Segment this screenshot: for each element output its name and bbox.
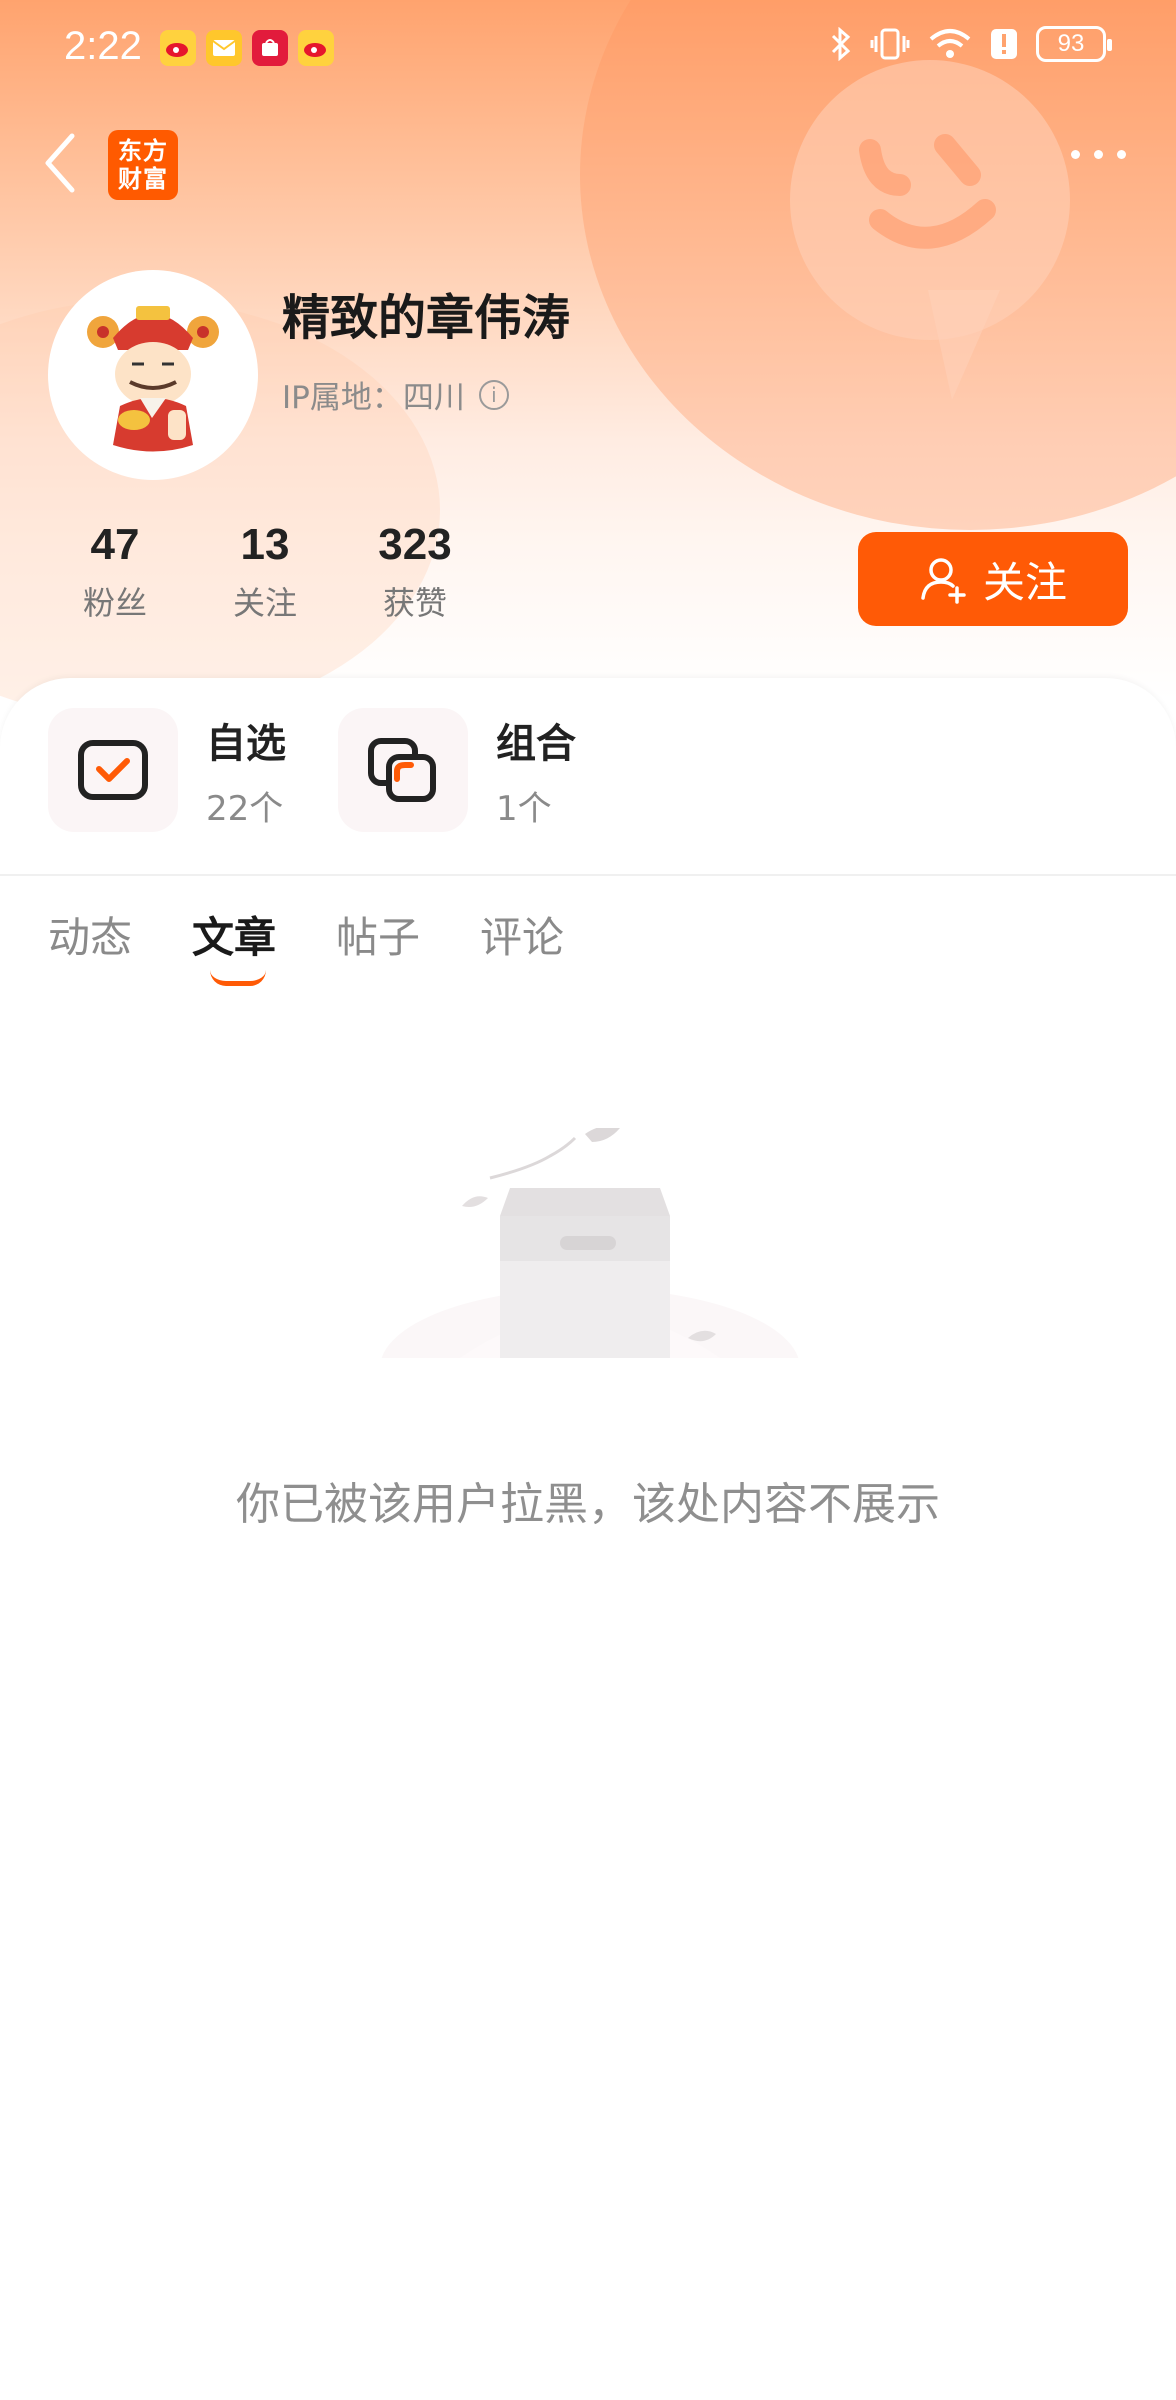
watchlist-count: 22个 — [206, 788, 284, 829]
stat-value: 13 — [240, 520, 290, 569]
brand-line-2: 财富 — [118, 165, 168, 193]
notification-icons — [160, 30, 334, 66]
stat-label: 获赞 — [382, 584, 447, 622]
stat-following[interactable]: 13 关注 — [190, 520, 340, 624]
ip-location: IP属地：四川 i — [282, 372, 509, 417]
stat-value: 47 — [90, 520, 140, 569]
tab-articles[interactable]: 文章 — [192, 904, 277, 986]
fortune-god-avatar-icon — [87, 306, 219, 452]
stat-likes[interactable]: 323 获赞 — [340, 520, 490, 624]
portfolio-count: 1个 — [496, 788, 552, 829]
stat-label: 粉丝 — [82, 584, 147, 622]
follow-button-label: 关注 — [982, 557, 1067, 607]
chevron-left-icon — [45, 133, 75, 193]
brand-line-1: 东方 — [118, 137, 168, 165]
username: 精致的章伟涛 — [282, 290, 571, 346]
watchlist-icon — [48, 708, 178, 832]
favorites-row: 自选 22个 组合 1个 — [48, 708, 578, 832]
portfolio-icon — [338, 708, 468, 832]
tab-comments[interactable]: 评论 — [480, 904, 564, 965]
tab-articles-label: 文章 — [192, 913, 277, 962]
back-button[interactable] — [40, 128, 100, 198]
stat-value: 323 — [378, 520, 452, 569]
stats-row: 47 粉丝 13 关注 323 获赞 — [40, 520, 490, 624]
shopping-icon — [252, 30, 288, 66]
battery-indicator: 93 — [1036, 26, 1112, 62]
watchlist-title: 自选 — [206, 720, 286, 767]
follow-button[interactable]: 关注 — [858, 532, 1128, 626]
more-options-button[interactable] — [1071, 150, 1126, 159]
stat-label: 关注 — [232, 584, 297, 622]
weibo-icon — [298, 30, 334, 66]
avatar[interactable] — [48, 270, 258, 480]
brand-logo[interactable]: 东方 财富 — [108, 130, 178, 200]
wifi-icon — [929, 29, 971, 58]
info-icon[interactable]: i — [478, 379, 509, 410]
divider — [0, 874, 1176, 876]
alert-icon — [991, 29, 1017, 59]
empty-box-icon — [381, 1128, 799, 1358]
status-time: 2:22 — [64, 24, 142, 68]
content-card: 自选 22个 组合 1个 动态 文章 帖子 评论 你已被该用户拉黑，该处内容不展… — [0, 678, 1176, 2400]
empty-state-message: 你已被该用户拉黑，该处内容不展示 — [236, 1479, 940, 1530]
mail-icon — [206, 30, 242, 66]
content-tabs: 动态 文章 帖子 评论 — [48, 904, 564, 986]
vibrate-icon — [870, 28, 910, 60]
status-bar: 2:22 93 — [0, 0, 1176, 100]
portfolio-entry[interactable]: 组合 1个 — [338, 708, 578, 832]
active-tab-indicator — [210, 970, 267, 986]
add-user-icon — [921, 558, 966, 604]
portfolio-title: 组合 — [496, 720, 576, 767]
weibo-icon — [160, 30, 196, 66]
stat-followers[interactable]: 47 粉丝 — [40, 520, 190, 624]
profile-page: 2:22 93 东方 财富 精致的章伟涛 IP属地：四川 i 47 粉丝 13 … — [0, 0, 1176, 2400]
watchlist-entry[interactable]: 自选 22个 — [48, 708, 288, 832]
tab-posts[interactable]: 帖子 — [336, 904, 420, 965]
system-icons: 93 — [830, 26, 1112, 62]
top-nav: 东方 财富 — [0, 120, 1176, 210]
bluetooth-icon — [831, 27, 851, 61]
ip-location-label: IP属地：四川 — [282, 380, 465, 416]
tab-activity[interactable]: 动态 — [48, 904, 132, 965]
